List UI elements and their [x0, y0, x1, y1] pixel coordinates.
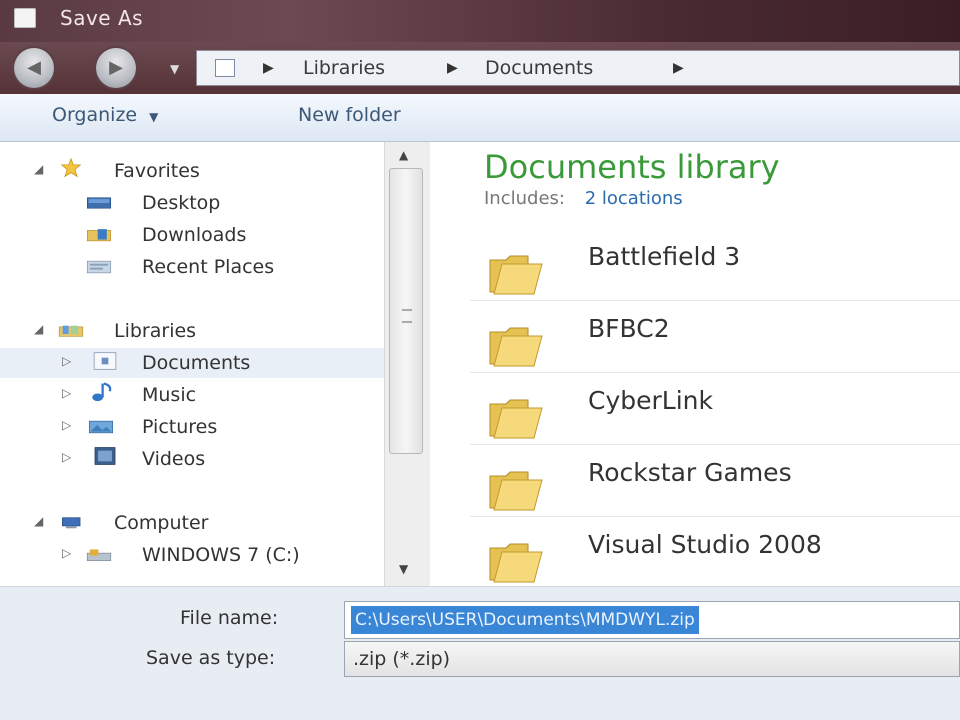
- videos-icon: [94, 447, 116, 465]
- library-includes: Includes: 2 locations: [484, 188, 683, 209]
- breadcrumb-separator-icon[interactable]: ▶: [673, 60, 684, 76]
- scroll-up-icon[interactable]: ▲: [399, 148, 408, 162]
- drive-icon: [86, 549, 112, 561]
- folder-name: Rockstar Games: [588, 458, 792, 487]
- breadcrumb-separator-icon[interactable]: ▶: [447, 60, 458, 76]
- save-as-dialog: Save As ◀ ▶ ▼ ▶ Libraries ▶ Documents ▶ …: [0, 0, 960, 720]
- scroll-down-icon[interactable]: ▼: [399, 562, 408, 576]
- includes-label: Includes:: [484, 188, 565, 209]
- forward-arrow-icon: ▶: [109, 57, 123, 78]
- expand-arrow-icon[interactable]: ▷: [62, 354, 71, 368]
- navigation-pane: ◢ Favorites Desktop Downloads Recent Pla…: [0, 142, 384, 586]
- collapse-arrow-icon[interactable]: ◢: [34, 514, 43, 528]
- back-button[interactable]: ◀: [14, 48, 54, 88]
- toolbar: Organize ▼ New folder: [0, 94, 960, 142]
- folder-name: BFBC2: [588, 314, 670, 343]
- scrollbar-thumb[interactable]: [389, 168, 423, 454]
- nav-favorites[interactable]: ◢ Favorites: [0, 156, 384, 186]
- nav-label-desktop: Desktop: [142, 192, 221, 214]
- title-bar: Save As: [0, 0, 960, 42]
- expand-arrow-icon[interactable]: ▷: [62, 450, 71, 464]
- expand-arrow-icon[interactable]: ▷: [62, 386, 71, 400]
- nav-item-videos[interactable]: ▷ Videos: [0, 444, 384, 474]
- libraries-icon: [58, 325, 84, 337]
- save-options-panel: File name: C:\Users\USER\Documents\MMDWY…: [0, 586, 960, 720]
- save-as-type-value: .zip (*.zip): [353, 648, 451, 670]
- nav-label-downloads: Downloads: [142, 224, 247, 246]
- breadcrumb-documents[interactable]: Documents: [485, 57, 593, 79]
- forward-button[interactable]: ▶: [96, 48, 136, 88]
- organize-button[interactable]: Organize ▼: [52, 104, 158, 126]
- folder-name: Visual Studio 2008: [588, 530, 822, 559]
- nav-label-computer: Computer: [114, 512, 209, 534]
- back-arrow-icon: ◀: [27, 57, 41, 78]
- window-title: Save As: [60, 6, 144, 30]
- folder-item[interactable]: CyberLink: [470, 372, 960, 445]
- save-as-type-label: Save as type:: [146, 647, 276, 669]
- nav-label-documents: Documents: [142, 352, 251, 374]
- star-icon: [60, 158, 82, 178]
- documents-icon: [93, 352, 117, 370]
- nav-label-windows-drive: WINDOWS 7 (C:): [142, 544, 300, 566]
- folder-name: Battlefield 3: [588, 242, 741, 271]
- nav-label-favorites: Favorites: [114, 160, 200, 182]
- nav-item-downloads[interactable]: Downloads: [0, 220, 384, 250]
- recent-pages-dropdown-icon[interactable]: ▼: [170, 62, 179, 76]
- desktop-icon: [86, 197, 112, 209]
- library-location-icon: [215, 59, 235, 77]
- folder-name: CyberLink: [588, 386, 713, 415]
- folder-icon: [489, 543, 543, 583]
- nav-label-recent-places: Recent Places: [142, 256, 275, 278]
- nav-label-pictures: Pictures: [142, 416, 218, 438]
- collapse-arrow-icon[interactable]: ◢: [34, 162, 43, 176]
- nav-label-videos: Videos: [142, 448, 206, 470]
- recent-places-icon: [86, 260, 112, 274]
- file-list-pane: Documents library Includes: 2 locations …: [430, 142, 960, 586]
- nav-item-pictures[interactable]: ▷ Pictures: [0, 412, 384, 442]
- folder-icon: [489, 255, 543, 295]
- chevron-down-icon: ▼: [149, 110, 159, 124]
- nav-item-windows-drive[interactable]: ▷ WINDOWS 7 (C:): [0, 540, 384, 570]
- organize-label: Organize: [52, 104, 138, 126]
- nav-libraries[interactable]: ◢ Libraries: [0, 316, 384, 346]
- expand-arrow-icon[interactable]: ▷: [62, 418, 71, 432]
- folder-icon: [489, 327, 543, 367]
- navigation-bar: ◀ ▶ ▼ ▶ Libraries ▶ Documents ▶: [0, 42, 960, 94]
- pictures-icon: [88, 420, 114, 434]
- breadcrumb-libraries[interactable]: Libraries: [303, 57, 385, 79]
- folder-item[interactable]: BFBC2: [470, 300, 960, 373]
- computer-icon: [62, 517, 81, 529]
- locations-link[interactable]: 2 locations: [585, 188, 683, 209]
- nav-item-desktop[interactable]: Desktop: [0, 188, 384, 218]
- music-icon: [92, 382, 112, 402]
- save-as-type-select[interactable]: .zip (*.zip): [344, 641, 960, 677]
- downloads-icon: [86, 229, 112, 242]
- expand-arrow-icon[interactable]: ▷: [62, 546, 71, 560]
- nav-computer[interactable]: ◢ Computer: [0, 508, 384, 538]
- folder-item[interactable]: Rockstar Games: [470, 444, 960, 517]
- nav-item-documents[interactable]: ▷ Documents: [0, 348, 384, 378]
- nav-label-libraries: Libraries: [114, 320, 197, 342]
- file-name-label: File name:: [180, 607, 279, 629]
- library-title: Documents library: [484, 148, 780, 186]
- folder-icon: [489, 471, 543, 511]
- scroll-grip-icon: [402, 309, 412, 323]
- folder-icon: [489, 399, 543, 439]
- nav-item-music[interactable]: ▷ Music: [0, 380, 384, 410]
- folder-item[interactable]: Visual Studio 2008: [470, 516, 960, 586]
- file-name-input[interactable]: C:\Users\USER\Documents\MMDWYL.zip: [344, 601, 960, 639]
- nav-label-music: Music: [142, 384, 197, 406]
- folder-item[interactable]: Battlefield 3: [470, 228, 960, 301]
- address-bar[interactable]: ▶ Libraries ▶ Documents ▶: [196, 50, 960, 86]
- breadcrumb-separator-icon[interactable]: ▶: [263, 60, 274, 76]
- navigation-pane-scrollbar[interactable]: ▲ ▼: [384, 142, 430, 586]
- window-icon: [14, 8, 36, 28]
- new-folder-button[interactable]: New folder: [298, 104, 401, 126]
- collapse-arrow-icon[interactable]: ◢: [34, 322, 43, 336]
- file-name-value: C:\Users\USER\Documents\MMDWYL.zip: [351, 606, 699, 634]
- nav-item-recent-places[interactable]: Recent Places: [0, 252, 384, 282]
